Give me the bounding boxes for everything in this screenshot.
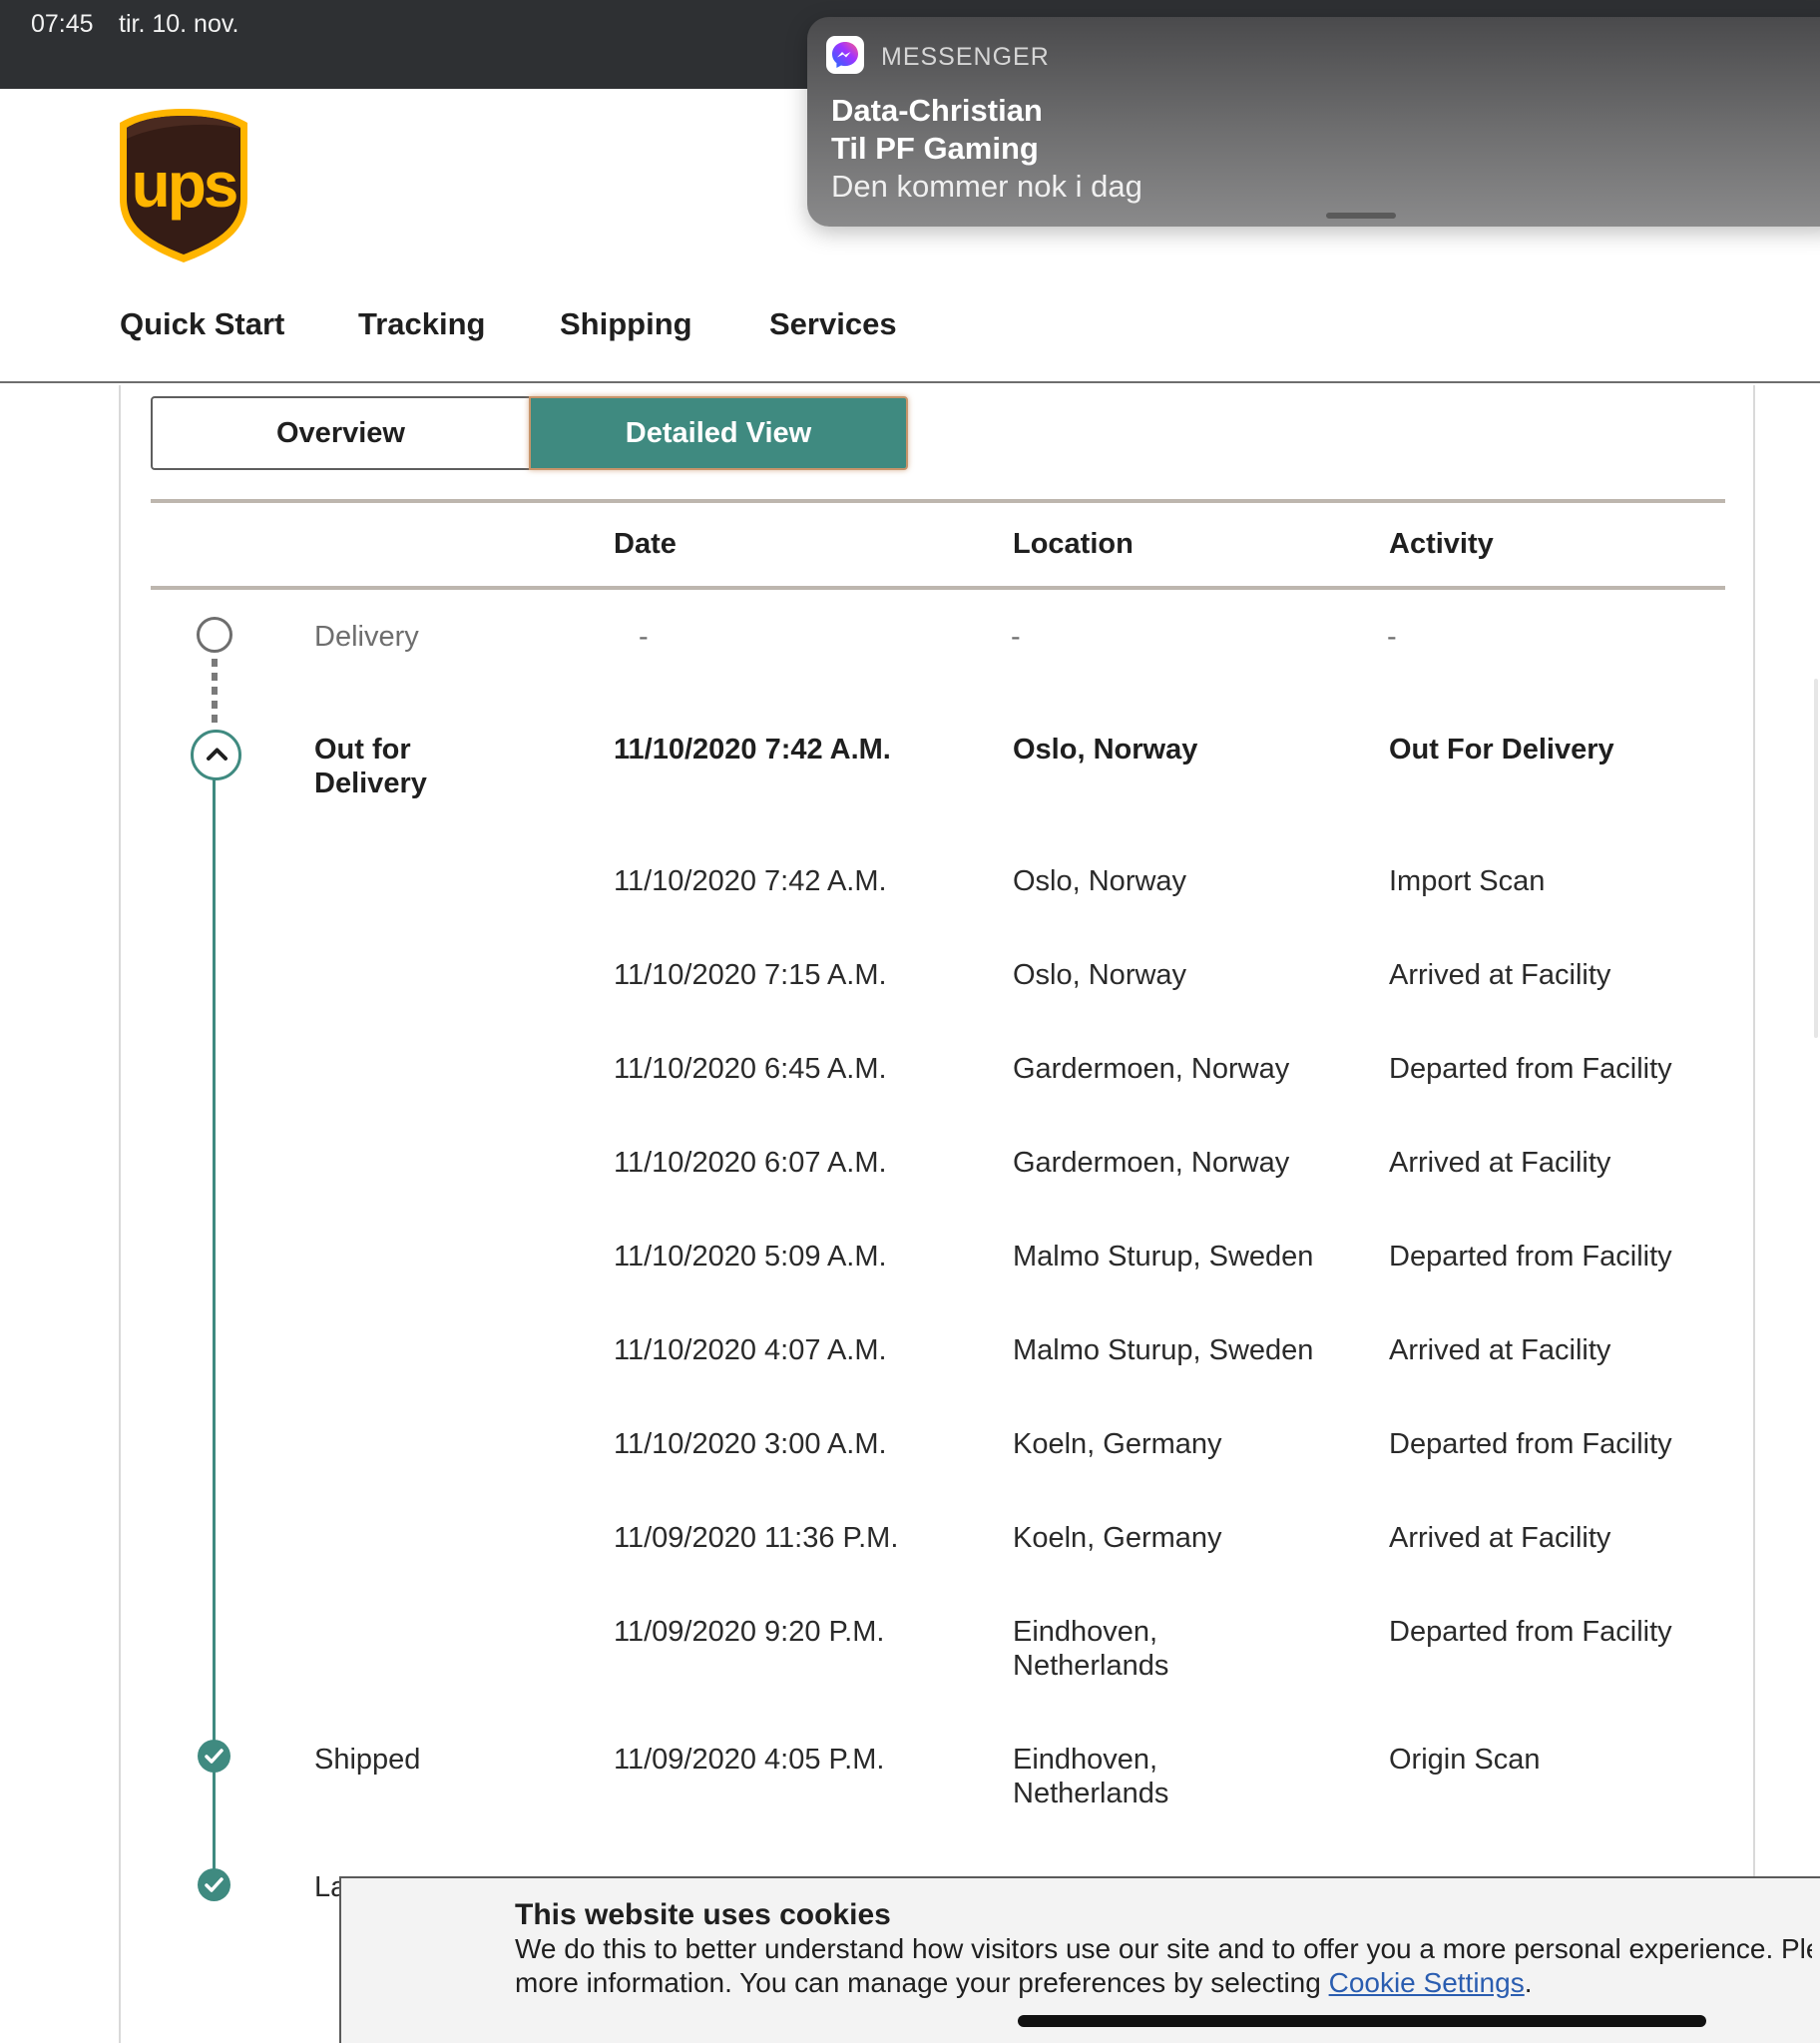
nav-quick-start[interactable]: Quick Start — [120, 306, 284, 342]
event-location: Malmo Sturup, Sweden — [1013, 1334, 1314, 1366]
event-location: Koeln, Germany — [1013, 1428, 1222, 1460]
delivery-location: - — [1011, 621, 1021, 653]
overview-tab[interactable]: Overview — [151, 396, 531, 470]
nav-shipping[interactable]: Shipping — [560, 306, 692, 342]
event-activity: Arrived at Facility — [1389, 1147, 1611, 1179]
event-date: 11/10/2020 7:42 A.M. — [614, 865, 887, 897]
location-header: Location — [1013, 528, 1134, 560]
side-panel-edge — [1814, 679, 1818, 1038]
notification-group: Til PF Gaming — [831, 131, 1039, 166]
current-activity: Out For Delivery — [1389, 734, 1614, 766]
event-date: 11/09/2020 9:20 P.M. — [614, 1616, 885, 1648]
delivery-date: - — [639, 621, 649, 653]
event-activity: Departed from Facility — [1389, 1616, 1672, 1648]
event-date: 11/10/2020 3:00 A.M. — [614, 1428, 887, 1460]
shipped-activity: Origin Scan — [1389, 1744, 1541, 1776]
current-location: Oslo, Norway — [1013, 734, 1198, 766]
cookie-banner-text: We do this to better understand how visi… — [515, 1932, 1812, 2004]
collapse-chevron-icon[interactable] — [191, 730, 241, 780]
shipped-location: Eindhoven, — [1013, 1744, 1158, 1776]
event-activity: Departed from Facility — [1389, 1428, 1672, 1460]
event-activity: Arrived at Facility — [1389, 1522, 1611, 1554]
cookie-text-suffix: . — [1524, 1967, 1533, 1998]
event-activity: Arrived at Facility — [1389, 959, 1611, 991]
event-location: Gardermoen, Norway — [1013, 1147, 1290, 1179]
detailed-view-tab[interactable]: Detailed View — [529, 396, 908, 470]
svg-text:ups: ups — [132, 149, 236, 221]
activity-header: Activity — [1389, 528, 1494, 560]
event-date: 11/10/2020 6:07 A.M. — [614, 1147, 887, 1179]
event-location-line2: Netherlands — [1013, 1650, 1169, 1682]
notification-app-name: MESSENGER — [881, 43, 1050, 71]
status-date: tir. 10. nov. — [119, 10, 239, 38]
event-location: Eindhoven, — [1013, 1616, 1158, 1648]
event-activity: Departed from Facility — [1389, 1053, 1672, 1085]
content-border-left — [119, 385, 121, 2043]
shipped-date: 11/09/2020 4:05 P.M. — [614, 1744, 885, 1776]
messenger-notification[interactable]: MESSENGER Data-Christian Til PF Gaming D… — [807, 17, 1820, 227]
event-location: Malmo Sturup, Sweden — [1013, 1241, 1314, 1273]
table-top-rule — [151, 499, 1725, 503]
milestone-delivery: Delivery — [314, 621, 419, 653]
event-location: Oslo, Norway — [1013, 865, 1187, 897]
shipped-location-line2: Netherlands — [1013, 1778, 1169, 1809]
milestone-out-for-delivery: Out for Delivery — [314, 734, 427, 799]
notification-message: Den kommer nok i dag — [831, 169, 1142, 204]
event-date: 11/10/2020 4:07 A.M. — [614, 1334, 887, 1366]
event-date: 11/09/2020 11:36 P.M. — [614, 1522, 899, 1554]
page: 07:45 tir. 10. nov. ups Quick Start Trac… — [0, 0, 1820, 2043]
event-location: Gardermoen, Norway — [1013, 1053, 1290, 1085]
cookie-text-line1: We do this to better understand how visi… — [515, 1933, 1812, 1964]
notification-grabber[interactable] — [1326, 213, 1396, 219]
milestone-shipped: Shipped — [314, 1744, 421, 1776]
delivery-activity: - — [1387, 621, 1397, 653]
cookie-banner-title: This website uses cookies — [515, 1898, 891, 1931]
event-date: 11/10/2020 7:15 A.M. — [614, 959, 887, 991]
date-header: Date — [614, 528, 677, 560]
nav-tracking[interactable]: Tracking — [358, 306, 486, 342]
content-border-right — [1753, 385, 1755, 1882]
event-location: Koeln, Germany — [1013, 1522, 1222, 1554]
current-date: 11/10/2020 7:42 A.M. — [614, 734, 891, 766]
event-date: 11/10/2020 6:45 A.M. — [614, 1053, 887, 1085]
notification-sender: Data-Christian — [831, 93, 1043, 128]
timeline-line — [213, 764, 216, 1881]
shipped-check-icon — [198, 1740, 230, 1773]
nav-services[interactable]: Services — [769, 306, 897, 342]
status-time: 07:45 — [31, 10, 94, 38]
home-indicator[interactable] — [1018, 2015, 1706, 2027]
cookie-text-line2: more information. You can manage your pr… — [515, 1967, 1329, 1998]
messenger-icon — [826, 36, 864, 74]
event-location: Oslo, Norway — [1013, 959, 1187, 991]
event-activity: Import Scan — [1389, 865, 1546, 897]
cookie-settings-link[interactable]: Cookie Settings — [1329, 1967, 1525, 1998]
event-activity: Departed from Facility — [1389, 1241, 1672, 1273]
table-header-rule — [151, 586, 1725, 590]
ups-logo[interactable]: ups — [117, 107, 250, 264]
timeline-pending-dots — [212, 659, 218, 727]
event-date: 11/10/2020 5:09 A.M. — [614, 1241, 887, 1273]
label-check-icon — [198, 1868, 230, 1901]
pending-milestone-icon — [197, 617, 232, 653]
event-activity: Arrived at Facility — [1389, 1334, 1611, 1366]
